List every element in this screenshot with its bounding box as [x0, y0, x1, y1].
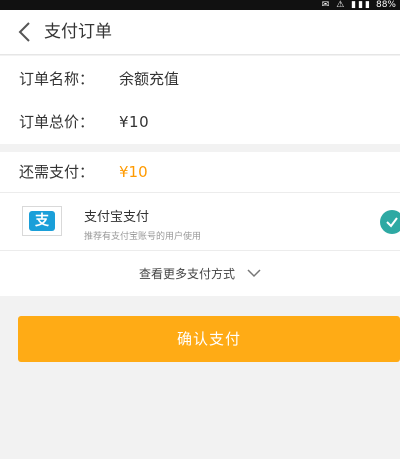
chevron-left-icon [18, 22, 30, 42]
order-name-row: 订单名称： 余额充值 [19, 68, 179, 89]
order-name-label: 订单名称： [19, 70, 95, 88]
status-icons: ✉ ⚠ ▮▮▮ [321, 0, 372, 10]
check-icon [386, 217, 398, 228]
selected-check-radio[interactable] [380, 210, 400, 234]
payment-method-name: 支付宝支付 [84, 210, 150, 225]
order-total-value: ¥10 [119, 113, 150, 131]
alipay-logo: 支 [22, 206, 62, 236]
order-total-row: 订单总价： ¥10 [19, 111, 149, 132]
amount-due-value: ¥10 [119, 163, 148, 181]
payment-method-description: 推荐有支付宝账号的用户使用 [84, 232, 202, 242]
header-bar: 支付订单 [0, 10, 400, 55]
order-info-card: 订单名称： 余额充值 订单总价： ¥10 [0, 56, 400, 144]
order-total-label: 订单总价： [19, 113, 95, 131]
page-title: 支付订单 [44, 22, 112, 42]
chevron-down-icon [247, 269, 261, 278]
confirm-payment-button[interactable]: 确认支付 [18, 316, 400, 362]
order-name-value: 余额充值 [119, 70, 180, 88]
payment-card: 还需支付： ¥10 支 支付宝支付 推荐有支付宝账号的用户使用 查看更多支付方式 [0, 152, 400, 296]
back-button[interactable] [10, 18, 38, 46]
more-payment-methods-button[interactable]: 查看更多支付方式 [0, 251, 400, 296]
payment-method-alipay[interactable]: 支 支付宝支付 推荐有支付宝账号的用户使用 [0, 193, 400, 250]
amount-due-row: 还需支付： ¥10 [19, 161, 148, 182]
battery-level: 88% [375, 0, 396, 10]
more-payment-methods-label: 查看更多支付方式 [138, 267, 235, 281]
amount-due-label: 还需支付： [19, 163, 95, 181]
status-bar: ✉ ⚠ ▮▮▮ 88% [0, 0, 400, 10]
alipay-icon: 支 [29, 211, 55, 231]
